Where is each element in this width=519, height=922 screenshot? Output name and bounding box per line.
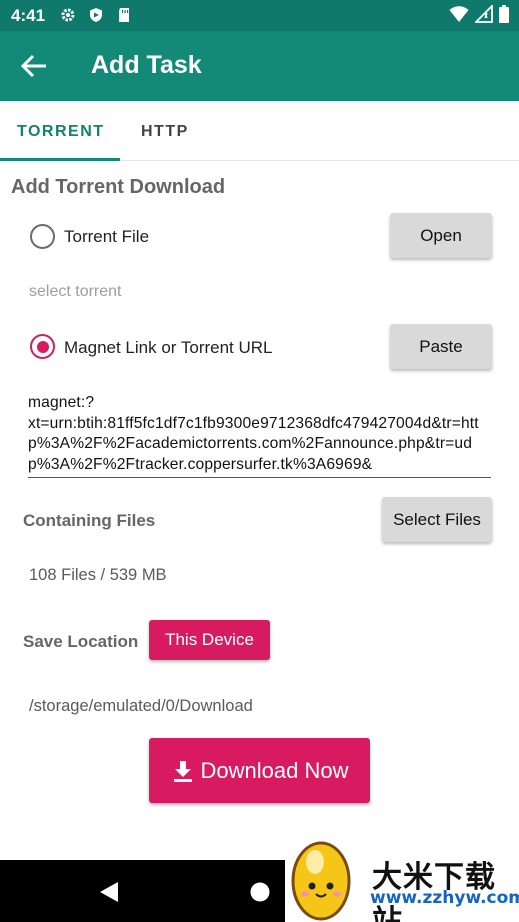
magnet-link-radio[interactable] (30, 334, 55, 359)
open-button[interactable]: Open (390, 213, 492, 258)
settings-icon (61, 8, 75, 22)
nav-home-icon[interactable] (249, 881, 271, 903)
status-bar: 4:41 (0, 0, 519, 31)
files-summary: 108 Files / 539 MB (29, 566, 167, 584)
magnet-link-value: magnet:? xt=urn:btih:81ff5fc1df7c1fb9300… (28, 394, 479, 473)
tab-bar: TORRENT HTTP (0, 101, 519, 161)
watermark-text: 大米下载站 (372, 860, 496, 922)
nav-back-icon[interactable] (98, 880, 120, 904)
section-title: Add Torrent Download (11, 176, 226, 198)
paste-button[interactable]: Paste (390, 324, 492, 369)
magnet-link-input[interactable]: magnet:? xt=urn:btih:81ff5fc1df7c1fb9300… (28, 393, 491, 478)
this-device-button[interactable]: This Device (149, 620, 270, 660)
sd-card-icon (119, 8, 129, 22)
page-title: Add Task (91, 51, 202, 79)
download-icon (173, 760, 192, 782)
save-path: /storage/emulated/0/Download (29, 697, 253, 715)
tab-indicator (0, 158, 120, 161)
tab-torrent[interactable]: TORRENT (17, 123, 105, 141)
select-files-button[interactable]: Select Files (382, 497, 492, 542)
battery-icon (499, 5, 509, 23)
back-arrow-icon[interactable] (20, 53, 48, 79)
containing-files-label: Containing Files (23, 511, 156, 530)
torrent-file-label[interactable]: Torrent File (64, 227, 149, 247)
mascot-logo-icon (291, 841, 351, 921)
tab-http[interactable]: HTTP (141, 123, 189, 141)
torrent-file-radio[interactable] (30, 224, 55, 249)
shield-icon (90, 8, 102, 22)
wifi-icon (449, 6, 469, 22)
magnet-link-label[interactable]: Magnet Link or Torrent URL (64, 338, 273, 358)
save-location-label: Save Location (23, 632, 139, 651)
download-now-button[interactable]: Download Now (149, 738, 370, 803)
download-now-label: Download Now (200, 757, 349, 783)
select-torrent-hint: select torrent (29, 283, 122, 300)
app-bar: Add Task (0, 31, 519, 101)
status-time: 4:41 (11, 6, 46, 25)
signal-icon (475, 5, 493, 23)
watermark-url: www.zzhyw.com (370, 888, 519, 908)
